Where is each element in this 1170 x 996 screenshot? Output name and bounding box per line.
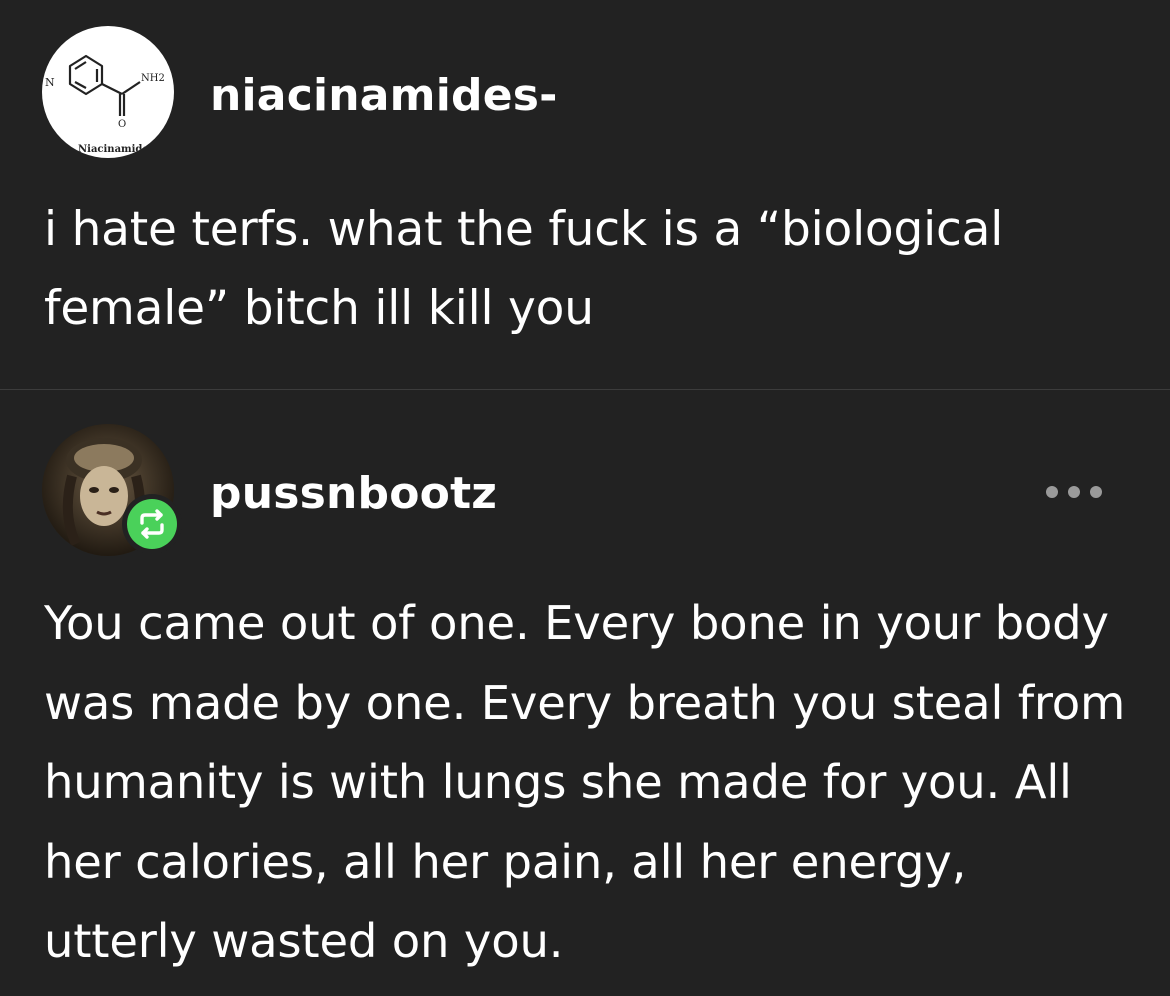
post-text: i hate terfs. what the fuck is a “biolog…: [44, 202, 1004, 336]
avatar-caption: Niacinamide: [78, 144, 149, 155]
reblog-icon: [140, 509, 164, 539]
username[interactable]: pussnbootz: [210, 468, 497, 519]
post-text: You came out of one. Every bone in your …: [44, 596, 1126, 968]
atom-label-o: O: [118, 119, 126, 130]
atom-label-nh2: NH2: [141, 73, 165, 84]
atom-label-n: N: [45, 76, 55, 89]
post-reblog: pussnbootz You came out of one. Every bo…: [0, 390, 1170, 996]
username[interactable]: niacinamides-: [210, 70, 558, 121]
avatar[interactable]: N NH2 O Niacinamide: [42, 26, 174, 158]
more-options-icon[interactable]: [1040, 480, 1108, 504]
niacinamide-molecule-icon: N NH2 O Niacinamide: [45, 54, 165, 155]
post-original: N NH2 O Niacinamide niacinamides- i hate…: [0, 0, 1170, 389]
reblog-badge: [122, 494, 182, 554]
